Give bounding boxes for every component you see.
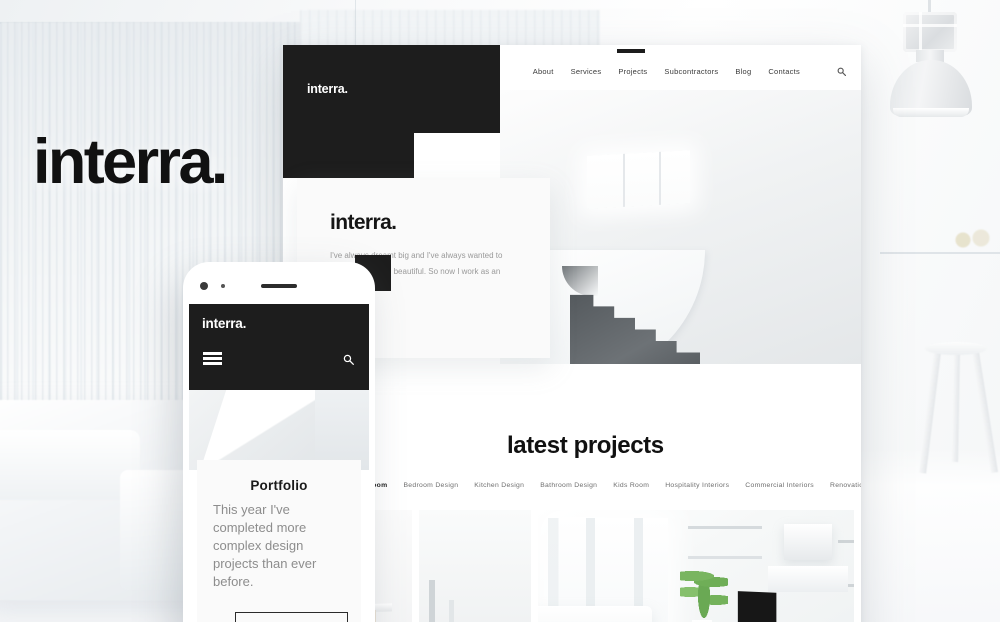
header-black-band-lower xyxy=(283,133,414,178)
front-camera-icon xyxy=(200,282,208,290)
thumb-rail xyxy=(838,540,854,543)
shelf-line xyxy=(880,252,1000,254)
header-black-band: interra. xyxy=(283,45,500,133)
thumb-bar xyxy=(449,600,454,622)
filter-hospitality-interiors[interactable]: Hospitality Interiors xyxy=(665,482,729,489)
hamburger-bar xyxy=(203,362,222,365)
nav-item-contacts[interactable]: Contacts xyxy=(768,67,800,76)
search-icon[interactable] xyxy=(343,352,356,365)
section-title-latest-projects: latest projects xyxy=(507,432,664,459)
earpiece-speaker xyxy=(261,284,297,288)
filter-bedroom-design[interactable]: Bedroom Design xyxy=(403,482,458,489)
filter-kitchen-design[interactable]: Kitchen Design xyxy=(474,482,524,489)
nav-item-blog[interactable]: Blog xyxy=(735,67,751,76)
thumb-sofa xyxy=(538,606,652,622)
main-nav: About Services Projects Subcontractors B… xyxy=(533,65,847,77)
view-all-projects-button[interactable]: VIEW ALL PROJECTS xyxy=(235,612,348,622)
thumb-upper-unit xyxy=(768,566,848,592)
search-icon[interactable] xyxy=(835,65,847,77)
hero-window xyxy=(587,150,690,209)
project-thumbnail[interactable] xyxy=(419,510,531,622)
sofa-cushion xyxy=(0,430,140,500)
filter-bathroom-design[interactable]: Bathroom Design xyxy=(540,482,597,489)
hero-image-staircase xyxy=(500,90,861,364)
active-tab-indicator xyxy=(617,49,645,53)
nav-item-services[interactable]: Services xyxy=(571,67,602,76)
pendant-lamp-rim xyxy=(893,108,969,117)
pendant-lamp-cage xyxy=(903,12,957,52)
hamburger-bar xyxy=(203,357,222,360)
phone-hero-image xyxy=(189,390,369,470)
nav-item-about[interactable]: About xyxy=(533,67,554,76)
hero-title: interra. xyxy=(330,211,397,234)
hamburger-icon[interactable] xyxy=(203,352,222,365)
brand-logo: interra. xyxy=(33,127,228,197)
filter-kids-room[interactable]: Kids Room xyxy=(613,482,649,489)
nav-item-subcontractors[interactable]: Subcontractors xyxy=(664,67,718,76)
bottles xyxy=(955,210,995,252)
hamburger-bar xyxy=(203,352,222,355)
thumb-shelf xyxy=(688,526,762,529)
desktop-logo: interra. xyxy=(307,82,348,96)
phone-mockup: interra. Portfolio This year I've comple… xyxy=(183,262,375,622)
project-thumbnail[interactable] xyxy=(538,510,854,622)
filter-renovations[interactable]: Renovations xyxy=(830,482,861,489)
stool-seat xyxy=(925,342,987,355)
portfolio-text: This year I've completed more complex de… xyxy=(213,502,317,589)
phone-logo: interra. xyxy=(202,316,247,331)
filter-commercial-interiors[interactable]: Commercial Interiors xyxy=(745,482,814,489)
thumb-plant xyxy=(680,562,728,622)
portfolio-card: Portfolio This year I've completed more … xyxy=(197,460,361,622)
thumb-bar xyxy=(429,580,435,622)
project-filter-list: Living Room Bedroom Design Kitchen Desig… xyxy=(343,482,861,489)
screenshot-stage: interra. About Services Projects Subcont… xyxy=(0,0,1000,622)
phone-header: interra. xyxy=(189,304,369,390)
thumb-tv xyxy=(737,591,777,622)
thumb-cabinet xyxy=(784,524,832,560)
portfolio-title: Portfolio xyxy=(250,478,308,493)
nav-item-projects[interactable]: Projects xyxy=(618,67,647,76)
proximity-sensor-icon xyxy=(221,284,225,288)
